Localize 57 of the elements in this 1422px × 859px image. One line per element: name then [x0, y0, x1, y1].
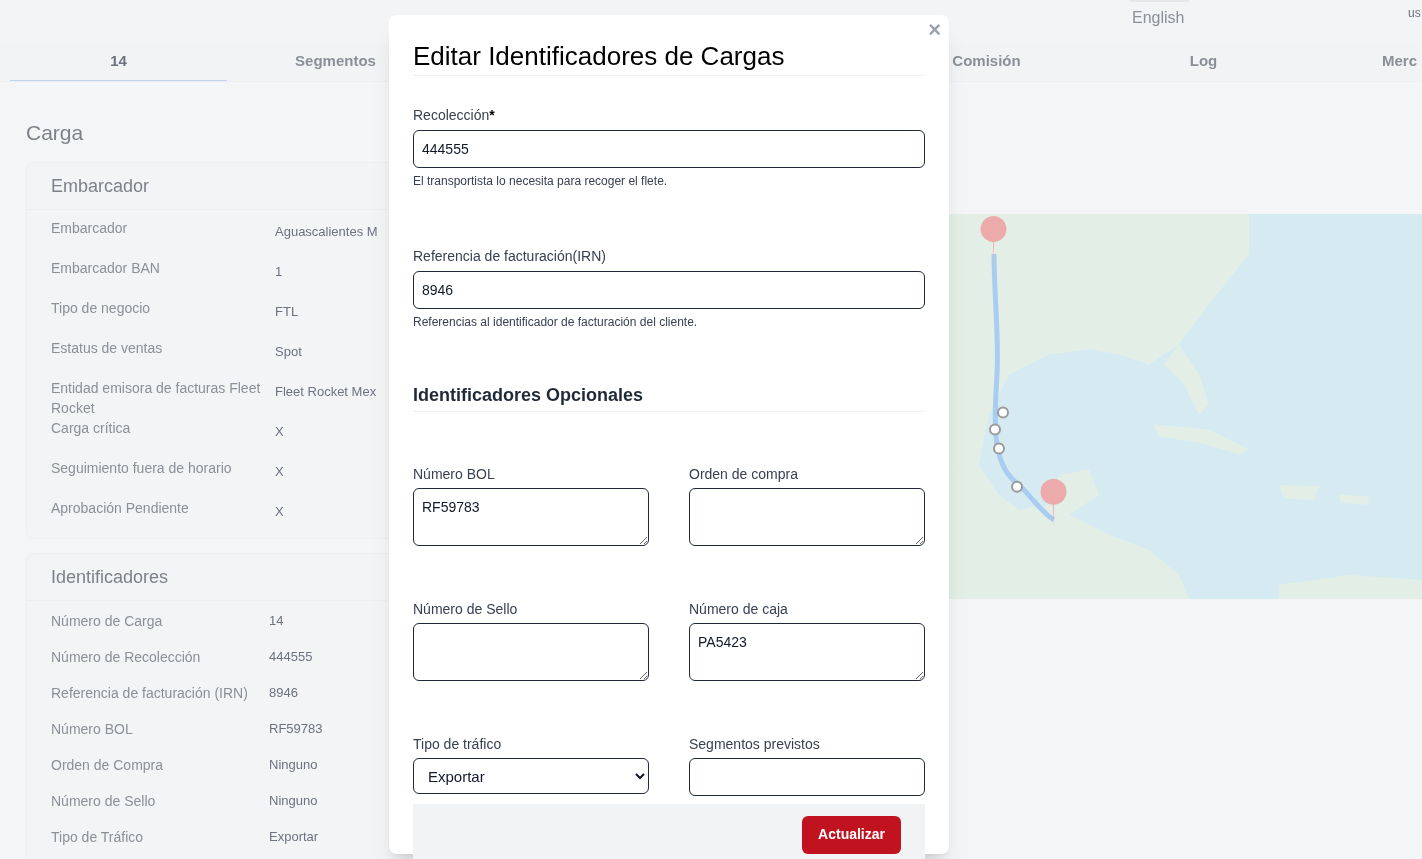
page-title: Carga: [26, 122, 85, 143]
field-value: Fleet Rocket Mex: [275, 383, 377, 401]
field-value: X: [275, 463, 284, 481]
field-label: Orden de compra: [689, 465, 799, 484]
field-label: Número de Sello: [51, 792, 157, 811]
field-label: Tipo de Tráfico: [51, 828, 145, 847]
field-label: Referencia de facturación(IRN): [413, 247, 607, 266]
text-area[interactable]: RF59783: [413, 488, 649, 546]
field-label: Seguimiento fuera de horario: [51, 459, 233, 478]
field-value: Ninguno: [269, 792, 318, 810]
field-label: Número de caja: [689, 600, 789, 619]
text-area[interactable]: [413, 623, 649, 681]
field-value: 444555: [269, 648, 313, 666]
field-label: Aprobación Pendiente: [51, 499, 190, 518]
field-value: X: [275, 423, 284, 441]
text-area[interactable]: [689, 488, 925, 546]
field-label: Orden de Compra: [51, 756, 165, 775]
card-title: Embarcador: [51, 174, 150, 198]
field-label: Embarcador BAN: [51, 259, 161, 278]
tab[interactable]: 14: [10, 42, 227, 81]
field-value: Aguascalientes M: [275, 223, 378, 241]
field-label: Tipo de negocio: [51, 299, 152, 318]
language-label: English: [1132, 8, 1185, 28]
field-value: Ninguno: [269, 756, 318, 774]
field-label: Número de Recolección: [51, 648, 202, 667]
field-label: Número BOL: [51, 720, 134, 739]
field-value: X: [275, 503, 284, 521]
field-label: Referencia de facturación (IRN): [51, 684, 249, 703]
field-value: RF59783: [269, 720, 323, 738]
update-button[interactable]: Actualizar: [802, 815, 901, 854]
card-title: Identificadores: [51, 565, 169, 589]
input-field[interactable]: 8946: [413, 271, 925, 309]
field-value: 1: [275, 263, 283, 281]
field-label: Número de Sello: [413, 600, 519, 619]
field-label: Recolección*: [413, 106, 496, 125]
field-label: Estatus de ventas: [51, 339, 164, 358]
input-field[interactable]: [689, 758, 925, 796]
help-text: El transportista lo necesita para recoger el flete.: [413, 173, 669, 189]
field-label: Entidad emisora de facturas Fleet Rocket: [51, 379, 262, 418]
field-label: Segmentos previstos: [689, 735, 821, 754]
select-dropdown[interactable]: Exportar: [413, 758, 649, 794]
field-label: Tipo de tráfico: [413, 735, 503, 754]
user-name: us: [1408, 5, 1421, 22]
section-title: Identificadores Opcionales: [413, 383, 925, 412]
field-label: Embarcador: [51, 219, 129, 238]
field-value: FTL: [275, 303, 299, 321]
field-value: 14: [269, 612, 284, 630]
field-label: Número de Carga: [51, 612, 164, 631]
input-field[interactable]: 444555: [413, 130, 925, 168]
field-value: Spot: [275, 343, 302, 361]
field-value: Exportar: [269, 828, 319, 846]
text-area[interactable]: PA5423: [689, 623, 925, 681]
help-text: Referencias al identificador de facturación del cliente.: [413, 314, 699, 330]
field-label: Número BOL: [413, 465, 496, 484]
field-label: Carga crítica: [51, 419, 132, 438]
field-value: 8946: [269, 684, 298, 702]
dialog-title: Editar Identificadores de Cargas: [413, 15, 925, 76]
